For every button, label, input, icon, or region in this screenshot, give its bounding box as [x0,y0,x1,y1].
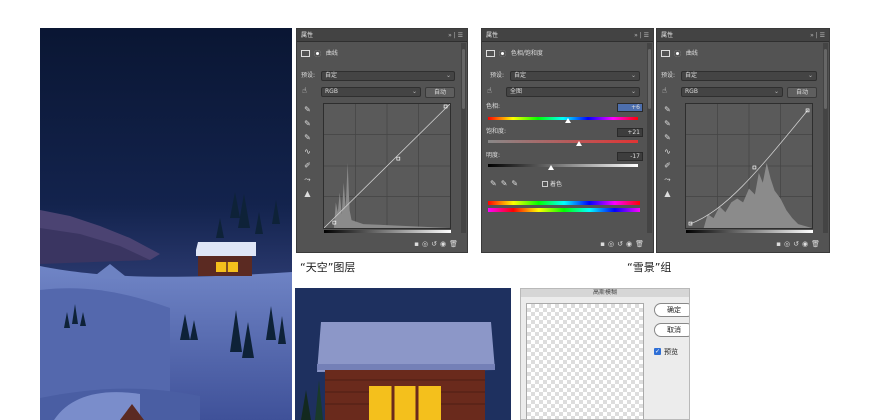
adjustment-header: 色相/饱和度 [486,49,649,59]
preset-select[interactable]: 自定 ⌄ [681,71,817,81]
adjustment-name: 色相/饱和度 [510,50,543,57]
black-point-eyedropper-icon[interactable]: ✎ [301,103,314,117]
curve-graph[interactable] [323,103,451,229]
panel-menu-icon[interactable]: » | ☰ [634,29,649,42]
clipping-warning-icon[interactable]: ▲ [661,187,674,201]
ok-button[interactable]: 确定 [654,303,689,317]
cabin-right [196,242,256,276]
colorize-label: 着色 [550,181,563,188]
curves-icon [661,50,670,57]
gradient-bar [324,230,451,233]
adjustment-header: 曲线 [661,49,825,59]
curves-properties-panel-2: 属性 » | ☰ 曲线 预设: 自定 ⌄ ☝ RGB ⌄ 自动 ✎ ✎ ✎ ∿ ✐ … [656,28,830,253]
curves-icon [301,50,310,57]
curve-graph[interactable] [685,103,813,229]
cancel-button[interactable]: 取消 [654,323,689,337]
saturation-slider[interactable] [488,140,638,143]
hand-target-icon[interactable]: ☝ [662,86,667,95]
panel-menu-icon[interactable]: » | ☰ [810,29,825,42]
panel-footer-icons[interactable]: ▪◎↺◉🗑 [297,236,467,252]
adjustment-name: 曲线 [325,50,338,57]
preview-canvas[interactable] [526,303,644,419]
panel-title-bar: 属性 » | ☰ [482,29,653,42]
eyedropper-tools[interactable]: ✎✎✎ [490,179,522,188]
panel-footer-icons[interactable]: ▪◎↺◉🗑 [482,236,653,252]
panel-title: 属性 [486,32,499,39]
preview-checkbox[interactable]: ✓ [654,348,661,355]
hand-target-icon[interactable]: ☝ [487,86,492,95]
black-point-eyedropper-icon[interactable]: ✎ [661,103,674,117]
curve-point-icon[interactable]: ∿ [301,145,314,159]
gray-point-eyedropper-icon[interactable]: ✎ [661,117,674,131]
gray-point-eyedropper-icon[interactable]: ✎ [301,117,314,131]
saturation-value[interactable]: +21 [617,128,643,137]
channel-select[interactable]: RGB ⌄ [321,87,421,97]
preset-select[interactable]: 自定 ⌄ [510,71,640,81]
adjustment-header: 曲线 [301,49,463,59]
auto-button[interactable]: 自动 [787,87,817,98]
lightness-thumb[interactable] [548,165,554,170]
channel-select[interactable]: RGB ⌄ [681,87,783,97]
panel-title: 属性 [301,32,314,39]
colorize-checkbox[interactable] [542,181,548,187]
preview-label: 预览 [664,348,678,356]
panel-title-bar: 属性 » | ☰ [657,29,829,42]
preset-select[interactable]: 自定 ⌄ [321,71,455,81]
white-point-eyedropper-icon[interactable]: ✎ [661,131,674,145]
pencil-icon[interactable]: ✐ [301,159,314,173]
hue-thumb[interactable] [565,118,571,123]
snow-group-caption: “雪景”组 [627,261,672,274]
night-snow-illustration [40,28,292,420]
panel-menu-icon[interactable]: » | ☰ [448,29,463,42]
curve-point-icon[interactable]: ∿ [661,145,674,159]
hue-saturation-icon [486,50,495,57]
panel-footer-icons[interactable]: ▪◎↺◉🗑 [657,236,829,252]
hand-target-icon[interactable]: ☝ [302,86,307,95]
white-point-eyedropper-icon[interactable]: ✎ [301,131,314,145]
panel-scrollbar[interactable] [461,43,466,233]
hue-slider[interactable] [488,117,638,120]
saturation-thumb[interactable] [576,141,582,146]
auto-button[interactable]: 自动 [425,87,455,98]
dialog-title: 高斯模糊 [521,289,689,297]
smooth-icon[interactable]: ⤳ [661,173,674,187]
clipping-warning-icon[interactable]: ▲ [301,187,314,201]
panel-scrollbar[interactable] [647,43,652,233]
curves-properties-panel: 属性 » | ☰ 曲线 预设: 自定 ⌄ ☝ RGB ⌄ 自动 ✎ ✎ ✎ ∿ ✐ … [296,28,468,253]
output-color-bar [488,208,640,212]
range-select[interactable]: 全图 ⌄ [506,87,640,97]
curve-tools: ✎ ✎ ✎ ∿ ✐ ⤳ ▲ [661,103,674,201]
input-color-bar [488,201,640,205]
mask-icon [673,50,681,57]
mask-icon [313,50,321,57]
panel-scrollbar[interactable] [823,43,828,233]
curve-tools: ✎ ✎ ✎ ∿ ✐ ⤳ ▲ [301,103,314,201]
gradient-bar [686,230,813,233]
lightness-value[interactable]: -17 [617,152,643,161]
mask-icon [498,50,506,57]
panel-title: 属性 [661,32,674,39]
sky-layer-caption: “天空”图层 [300,261,356,274]
panel-title-bar: 属性 » | ☰ [297,29,467,42]
adjustment-name: 曲线 [685,50,698,57]
page: 属性 » | ☰ 曲线 预设: 自定 ⌄ ☝ RGB ⌄ 自动 ✎ ✎ ✎ ∿ ✐ … [0,0,870,420]
pencil-icon[interactable]: ✐ [661,159,674,173]
cabin-closeup-illustration [295,288,511,420]
hue-value[interactable]: +6 [617,103,643,112]
lightness-slider[interactable] [488,164,638,167]
gaussian-blur-dialog: 高斯模糊 确定 取消 ✓ 预览 [520,288,690,420]
hue-saturation-properties-panel: 属性 » | ☰ 色相/饱和度 预设: 自定 ⌄ ☝ 全图 ⌄ 色相: +6 饱和度… [481,28,654,253]
smooth-icon[interactable]: ⤳ [301,173,314,187]
